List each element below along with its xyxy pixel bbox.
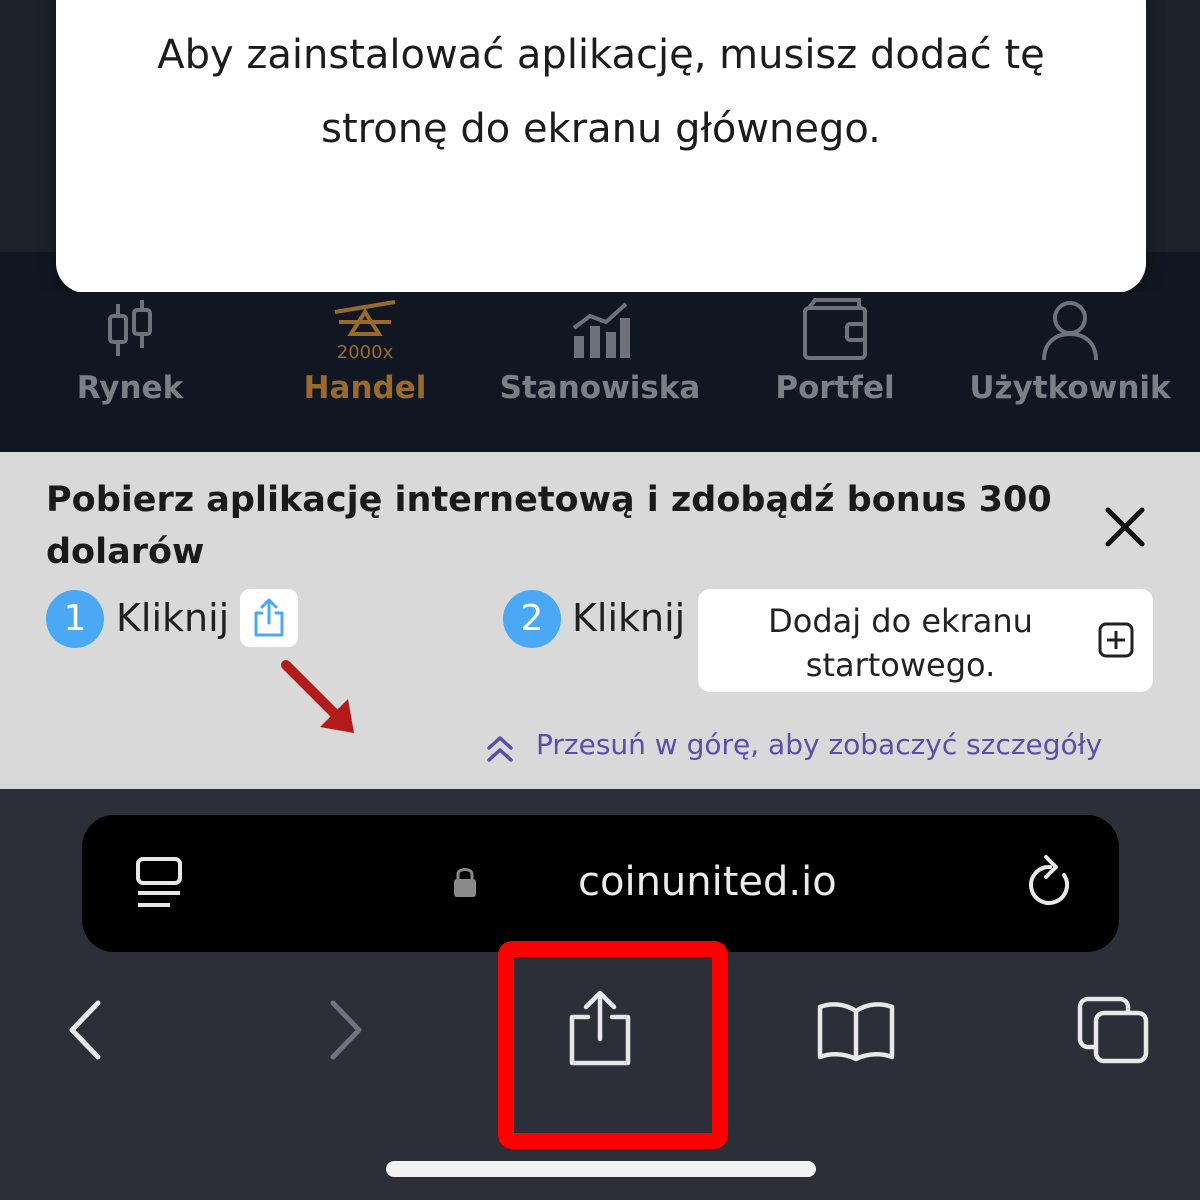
install-banner: Pobierz aplikację internetową i zdobądź …	[0, 452, 1200, 789]
step-2-text: Kliknij	[572, 596, 686, 640]
share-icon	[254, 598, 284, 637]
back-icon[interactable]	[64, 999, 106, 1061]
reader-view-icon[interactable]	[134, 855, 186, 911]
install-modal: Aby zainstalować aplikację, musisz dodać…	[56, 0, 1146, 293]
leverage-badge: 2000x	[337, 342, 394, 363]
home-indicator	[386, 1161, 816, 1177]
address-bar[interactable]: coinunited.io	[82, 815, 1119, 952]
step-1-text: Kliknij	[116, 596, 230, 640]
candlestick-icon	[108, 300, 152, 356]
install-modal-message: Aby zainstalować aplikację, musisz dodać…	[157, 32, 1045, 152]
close-icon[interactable]	[1100, 502, 1150, 552]
forward-icon[interactable]	[325, 999, 367, 1061]
lock-icon	[454, 868, 476, 897]
url-text: coinunited.io	[578, 859, 837, 905]
tab-portfel[interactable]: Portfel	[715, 292, 955, 452]
tab-rynek[interactable]: Rynek	[10, 292, 250, 452]
arrow-down-right-icon	[281, 660, 354, 733]
double-chevron-up-icon	[487, 736, 513, 762]
add-to-home-button[interactable]: Dodaj do ekranu startowego.	[698, 589, 1153, 692]
user-icon	[1042, 301, 1098, 361]
tab-uzytkownik[interactable]: Użytkownik	[950, 292, 1190, 452]
share-icon-mini	[240, 589, 298, 647]
add-to-home-label: Dodaj do ekranu startowego.	[768, 602, 1033, 684]
step-1-badge: 1	[46, 590, 104, 648]
plus-square-icon	[1098, 622, 1134, 658]
app-tab-bar: Rynek 2000x Handel Stanowiska Portfel Uż…	[0, 292, 1200, 452]
bar-chart-trend-icon	[572, 302, 630, 358]
bookmarks-icon[interactable]	[816, 999, 896, 1063]
browser-toolbar: coinunited.io	[0, 789, 1200, 1200]
tab-handel[interactable]: 2000x Handel	[245, 292, 485, 452]
tab-label: Portfel	[775, 370, 895, 406]
tab-label: Stanowiska	[499, 370, 701, 406]
banner-title: Pobierz aplikację internetową i zdobądź …	[46, 480, 1052, 572]
swipe-hint[interactable]: Przesuń w górę, aby zobaczyć szczegóły	[536, 728, 1102, 761]
tab-label: Użytkownik	[969, 370, 1171, 406]
step-2-badge: 2	[503, 590, 561, 648]
share-highlight-box	[498, 941, 728, 1149]
reload-icon[interactable]	[1024, 853, 1076, 913]
tabs-icon[interactable]	[1076, 995, 1150, 1065]
tab-label: Handel	[303, 370, 427, 406]
leverage-icon: 2000x	[334, 300, 396, 363]
wallet-icon	[803, 298, 867, 360]
tab-stanowiska[interactable]: Stanowiska	[480, 292, 720, 452]
tab-label: Rynek	[76, 370, 184, 406]
